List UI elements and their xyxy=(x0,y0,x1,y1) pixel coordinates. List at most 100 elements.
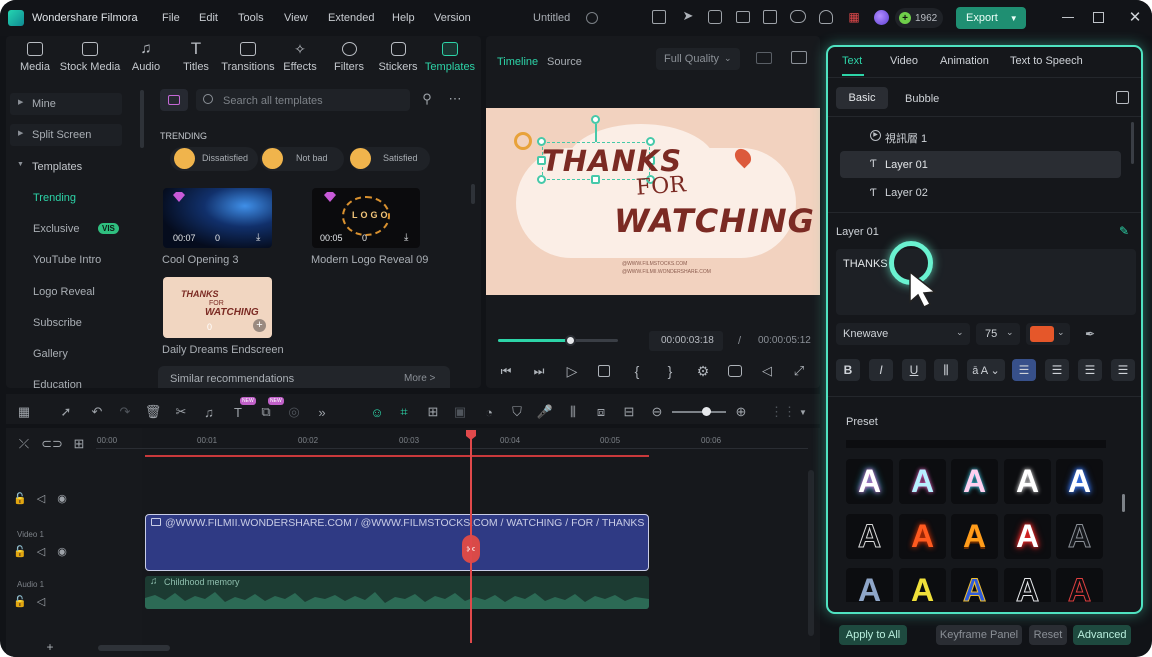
preset-style-3[interactable]: A xyxy=(951,459,998,504)
microphone-icon[interactable]: 🎤 xyxy=(536,403,554,421)
tab-titles[interactable]: T Titles xyxy=(176,40,216,78)
timeline-vertical-scrollbar[interactable] xyxy=(808,470,814,636)
tab-stickers[interactable]: Stickers xyxy=(375,42,421,78)
eye-icon[interactable]: ◉ xyxy=(53,489,71,507)
tab-video[interactable]: Video xyxy=(890,55,918,67)
link-off-icon[interactable]: ⤫ xyxy=(15,435,33,453)
font-family-dropdown[interactable]: Knewave ⌄ xyxy=(836,323,970,345)
apps-grid-icon[interactable]: ▦ xyxy=(847,10,861,24)
mark-in-icon[interactable]: { xyxy=(630,363,644,379)
text-content-field[interactable]: THANKS xyxy=(836,249,1136,315)
ai-text-icon[interactable]: T xyxy=(229,403,247,421)
tab-transitions[interactable]: Transitions xyxy=(220,42,276,78)
audio-edit-icon[interactable]: ♫ xyxy=(200,403,218,421)
zoom-slider[interactable] xyxy=(672,407,726,416)
link-clip-icon[interactable]: ⊂⊃ xyxy=(41,435,63,453)
text-case-dropdown[interactable]: ā A ⌄ xyxy=(967,359,1005,381)
bold-button[interactable]: B xyxy=(836,359,860,381)
minimize-icon[interactable] xyxy=(1062,17,1074,18)
preset-style-7[interactable]: A xyxy=(899,514,946,559)
sidebar-item-exclusive[interactable]: Exclusive VIS xyxy=(33,223,133,239)
mood-satisfied[interactable]: Satisfied xyxy=(350,147,430,171)
save-icon[interactable] xyxy=(763,10,777,24)
speaker-icon[interactable]: ◁ xyxy=(32,542,50,560)
cloud-upload-icon[interactable] xyxy=(790,10,806,23)
template-scrollbar[interactable] xyxy=(471,184,475,204)
camera-icon[interactable] xyxy=(728,365,742,377)
apply-to-all-button[interactable]: Apply to All xyxy=(839,625,907,645)
tab-timeline[interactable]: Timeline xyxy=(497,56,538,68)
grid-view-icon[interactable] xyxy=(756,52,772,64)
layer-item-02[interactable]: Ƭ Layer 02 xyxy=(840,182,1120,204)
preview-canvas[interactable]: THANKS FOR WATCHING @WWW.FILMSTOCKS.COM … xyxy=(486,108,820,295)
align-right-button[interactable]: ☰ xyxy=(1078,359,1102,381)
fit-width-icon[interactable]: ⊟ xyxy=(620,403,638,421)
undo-icon[interactable]: ↶ xyxy=(88,403,106,421)
ai-edit-pen-icon[interactable]: ✎ xyxy=(1116,224,1132,238)
more-tools-chevron-icon[interactable]: » xyxy=(313,403,331,421)
audio-mixer-icon[interactable]: ⫼ xyxy=(564,403,582,421)
preset-style-5[interactable]: A xyxy=(1056,459,1103,504)
tab-animation[interactable]: Animation xyxy=(940,55,989,67)
more-link[interactable]: More > xyxy=(404,373,435,384)
preset-scrollbar[interactable] xyxy=(1122,494,1125,512)
crop-icon[interactable]: ⧉ xyxy=(257,403,275,421)
play-reverse-icon[interactable]: ⏭ xyxy=(531,363,547,379)
menu-version[interactable]: Version xyxy=(434,12,471,24)
preset-style-10[interactable]: A xyxy=(1056,514,1103,559)
sidebar-scrollbar[interactable] xyxy=(140,90,144,148)
menu-edit[interactable]: Edit xyxy=(199,12,218,24)
align-left-button[interactable]: ☰ xyxy=(1012,359,1036,381)
preset-style-9[interactable]: A xyxy=(1004,514,1051,559)
more-options-icon[interactable]: ⋯ xyxy=(447,91,463,106)
tab-filters[interactable]: Filters xyxy=(329,42,369,78)
menu-help[interactable]: Help xyxy=(392,12,415,24)
preset-style-8[interactable]: A xyxy=(951,514,998,559)
settings-gear-icon[interactable]: ⚙ xyxy=(695,363,711,379)
add-track-plus-icon[interactable]: + xyxy=(44,640,56,654)
fullscreen-icon[interactable]: ⤢ xyxy=(791,363,807,379)
template-mine-button[interactable] xyxy=(160,89,188,111)
download-icon[interactable]: ⤓ xyxy=(256,232,260,243)
audio-clip[interactable]: ♫ Childhood memory xyxy=(145,576,649,609)
avatar[interactable] xyxy=(874,10,889,25)
tab-effects[interactable]: ✧ Effects xyxy=(280,42,320,78)
media-icon[interactable] xyxy=(736,11,750,23)
export-button[interactable]: Export ▼ xyxy=(956,7,1026,29)
tab-audio[interactable]: ♫ Audio xyxy=(126,41,166,78)
tab-media[interactable]: Media xyxy=(14,42,56,78)
template-card-logo-reveal[interactable]: LOGO 00:05 0 ⤓ xyxy=(312,188,420,248)
activity-icon[interactable] xyxy=(708,10,722,24)
layer-item-01[interactable]: Ƭ Layer 01 xyxy=(840,151,1121,178)
snap-icon[interactable]: ⌗ xyxy=(395,403,413,421)
font-size-dropdown[interactable]: 75 ⌄ xyxy=(976,323,1020,345)
video-clip[interactable]: @WWW.FILMII.WONDERSHARE.COM / @WWW.FILMS… xyxy=(145,514,649,571)
headset-icon[interactable] xyxy=(819,10,833,24)
tab-source[interactable]: Source xyxy=(547,56,582,68)
menu-tools[interactable]: Tools xyxy=(238,12,264,24)
layout-grid-icon[interactable]: ▦ xyxy=(15,403,33,421)
volume-icon[interactable]: ◁ xyxy=(759,363,775,379)
add-track-icon[interactable]: ⊞ xyxy=(70,435,88,453)
lock-icon[interactable]: 🔓 xyxy=(11,592,29,610)
template-card-daily-dreams[interactable]: THANKS FOR WATCHING 0 + xyxy=(163,277,272,338)
maximize-icon[interactable] xyxy=(1093,12,1104,23)
send-icon[interactable]: ➤ xyxy=(680,8,696,24)
preset-style-4[interactable]: A xyxy=(1004,459,1051,504)
track-options-icon[interactable]: ⋮⋮ xyxy=(770,403,796,421)
image-icon[interactable]: ▣ xyxy=(451,403,469,421)
canvas-title-for[interactable]: FOR xyxy=(635,172,686,200)
menu-view[interactable]: View xyxy=(284,12,308,24)
speed-icon[interactable]: ◔ xyxy=(480,403,498,421)
download-icon[interactable]: ⤓ xyxy=(404,232,408,243)
reset-button[interactable]: Reset xyxy=(1029,625,1067,645)
sidebar-item-youtube-intro[interactable]: YouTube Intro xyxy=(33,254,101,266)
chevron-down-icon[interactable]: ▼ xyxy=(794,403,812,421)
template-card-cool-opening[interactable]: 00:07 0 ⤓ xyxy=(163,188,272,248)
marker-icon[interactable]: ⊞ xyxy=(424,403,442,421)
preset-style-6[interactable]: A xyxy=(846,514,893,559)
eye-icon[interactable]: ◉ xyxy=(53,542,71,560)
mood-not-bad[interactable]: Not bad xyxy=(260,147,344,171)
menu-file[interactable]: File xyxy=(162,12,180,24)
stop-icon[interactable] xyxy=(598,365,610,377)
